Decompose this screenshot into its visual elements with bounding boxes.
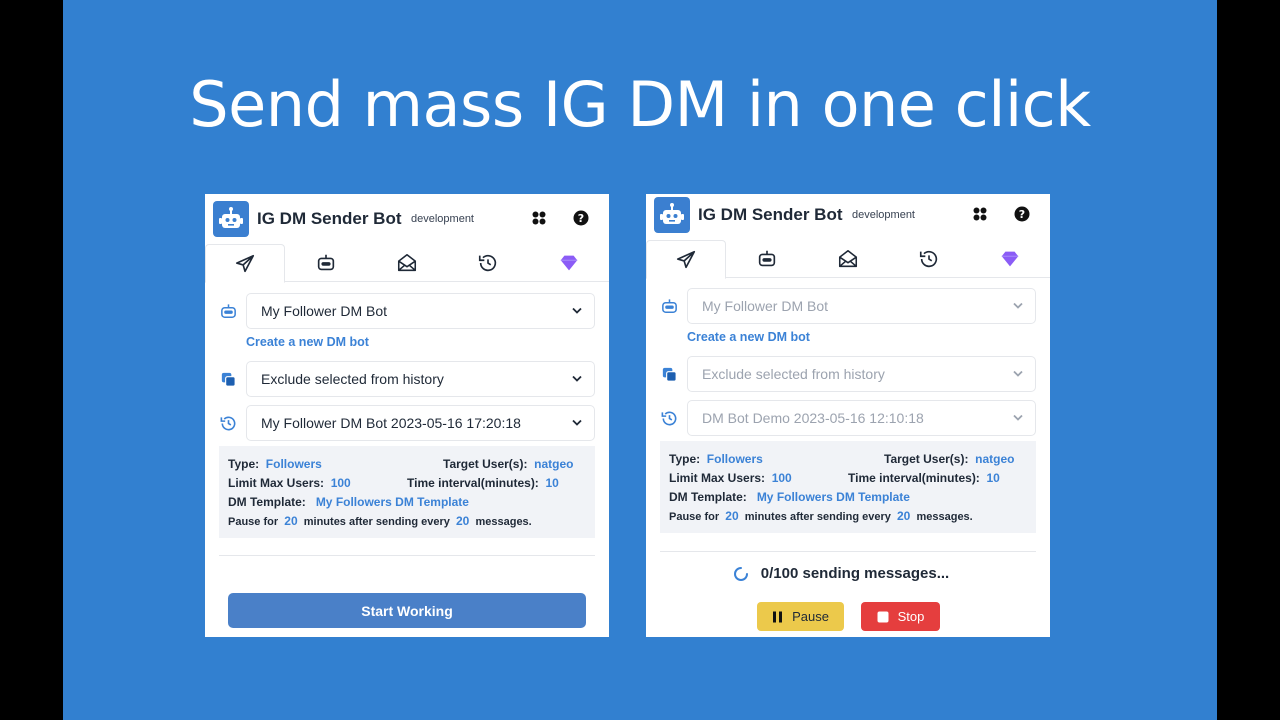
exclude-select[interactable]: Exclude selected from history — [246, 361, 595, 397]
interval-field: Time interval(minutes): 10 — [407, 476, 559, 490]
chevron-down-icon — [1013, 302, 1023, 309]
mail-open-icon — [838, 249, 858, 268]
history-icon — [661, 411, 677, 426]
send-icon — [676, 250, 696, 268]
diamond-icon — [1001, 251, 1019, 267]
history-icon — [220, 416, 236, 431]
app-title: IG DM Sender Bot — [257, 209, 402, 228]
slide-background: Send mass IG DM in one click IG DM Sende… — [63, 0, 1217, 720]
tab-bar — [205, 244, 609, 283]
robot-icon — [662, 299, 677, 313]
chevron-down-icon — [1013, 370, 1023, 377]
bot-row: My Follower DM Bot — [205, 293, 609, 329]
help-icon[interactable]: ? — [573, 210, 589, 226]
create-bot-link[interactable]: Create a new DM bot — [687, 330, 810, 344]
start-working-button[interactable]: Start Working — [228, 593, 586, 628]
bot-info-box: Type: Followers Target User(s): natgeo L… — [219, 446, 595, 538]
exclude-select[interactable]: Exclude selected from history — [687, 356, 1036, 392]
slide-title: Send mass IG DM in one click — [189, 68, 1091, 141]
copy-icon — [221, 372, 236, 387]
stop-button[interactable]: Stop — [861, 602, 940, 631]
pause-rule: Pause for 20 minutes after sending every… — [228, 514, 532, 528]
bot-info-box: Type: Followers Target User(s): natgeo L… — [660, 441, 1036, 533]
app-title: IG DM Sender Bot — [698, 205, 843, 224]
app-header: IG DM Sender Bot development ? — [205, 194, 609, 244]
svg-text:?: ? — [1019, 208, 1025, 221]
robot-icon — [758, 250, 776, 267]
type-field: Type: Followers — [228, 457, 322, 471]
pause-icon — [773, 611, 783, 622]
tab-bots[interactable] — [286, 244, 366, 282]
chevron-down-icon — [572, 375, 582, 382]
exclude-row: Exclude selected from history — [646, 356, 1050, 392]
tab-send[interactable] — [205, 244, 285, 283]
tab-premium[interactable] — [529, 244, 609, 282]
divider — [660, 551, 1036, 552]
divider — [219, 555, 595, 556]
tab-history[interactable] — [889, 240, 969, 278]
robot-logo-icon — [213, 201, 249, 237]
tab-inbox[interactable] — [808, 240, 888, 278]
environment-label: development — [852, 209, 915, 221]
target-field: Target User(s): natgeo — [884, 452, 1015, 466]
history-row: My Follower DM Bot 2023-05-16 17:20:18 — [205, 405, 609, 441]
tab-premium[interactable] — [970, 240, 1050, 278]
target-field: Target User(s): natgeo — [443, 457, 574, 471]
apps-icon[interactable] — [972, 206, 988, 222]
pause-rule: Pause for 20 minutes after sending every… — [669, 509, 973, 523]
send-icon — [235, 254, 255, 272]
template-field: DM Template: My Followers DM Template — [669, 490, 910, 504]
exclude-row: Exclude selected from history — [205, 361, 609, 397]
tab-bots[interactable] — [727, 240, 807, 278]
tab-inbox[interactable] — [367, 244, 447, 282]
template-field: DM Template: My Followers DM Template — [228, 495, 469, 509]
chevron-down-icon — [1013, 414, 1023, 421]
stop-icon — [877, 611, 889, 622]
copy-icon — [662, 367, 677, 382]
help-icon[interactable]: ? — [1014, 206, 1030, 222]
bot-row: My Follower DM Bot — [646, 288, 1050, 324]
interval-field: Time interval(minutes): 10 — [848, 471, 1000, 485]
bot-select[interactable]: My Follower DM Bot — [687, 288, 1036, 324]
robot-logo-icon — [654, 197, 690, 233]
history-icon — [478, 254, 497, 272]
tab-bar — [646, 240, 1050, 279]
app-header: IG DM Sender Bot development ? — [646, 194, 1050, 240]
history-icon — [919, 250, 938, 268]
create-bot-link[interactable]: Create a new DM bot — [246, 335, 369, 349]
mail-open-icon — [397, 253, 417, 272]
limit-field: Limit Max Users: 100 — [669, 471, 792, 485]
svg-text:?: ? — [578, 212, 584, 225]
tab-send[interactable] — [646, 240, 726, 279]
sending-status: 0/100 sending messages... — [760, 565, 950, 582]
diamond-icon — [560, 255, 578, 271]
limit-field: Limit Max Users: 100 — [228, 476, 351, 490]
chevron-down-icon — [572, 307, 582, 314]
apps-icon[interactable] — [531, 210, 547, 226]
history-select[interactable]: DM Bot Demo 2023-05-16 12:10:18 — [687, 400, 1036, 436]
extension-panel-running: IG DM Sender Bot development ? My Follow… — [646, 194, 1050, 637]
robot-icon — [317, 254, 335, 271]
bot-select[interactable]: My Follower DM Bot — [246, 293, 595, 329]
tab-history[interactable] — [448, 244, 528, 282]
type-field: Type: Followers — [669, 452, 763, 466]
history-select[interactable]: My Follower DM Bot 2023-05-16 17:20:18 — [246, 405, 595, 441]
robot-icon — [221, 304, 236, 318]
history-row: DM Bot Demo 2023-05-16 12:10:18 — [646, 400, 1050, 436]
extension-panel-idle: IG DM Sender Bot development ? My Follow… — [205, 194, 609, 637]
pause-button[interactable]: Pause — [757, 602, 844, 631]
environment-label: development — [411, 213, 474, 225]
chevron-down-icon — [572, 419, 582, 426]
